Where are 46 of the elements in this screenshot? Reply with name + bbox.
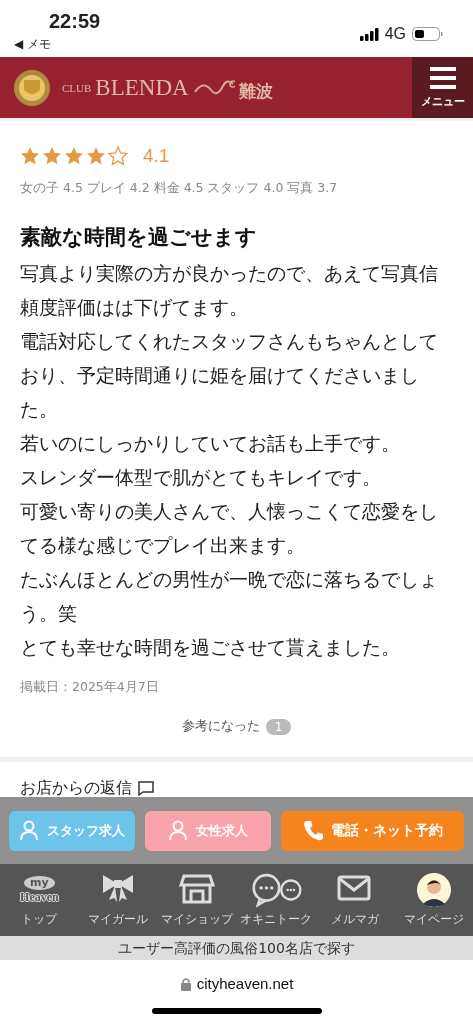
home-indicator[interactable] — [151, 1008, 322, 1014]
helpful-count: 1 — [265, 718, 292, 735]
logo-text: 難波 — [238, 80, 273, 103]
helpful-label: 参考になった — [181, 718, 260, 735]
star-icon — [20, 145, 41, 167]
reply-heading: お店からの返信 — [20, 778, 132, 799]
back-link[interactable]: ◀ メモ — [14, 36, 101, 53]
nav-tab[interactable]: オキニトーク — [236, 872, 315, 928]
nav-tab[interactable]: メルマガ — [315, 872, 394, 928]
ranking-banner[interactable]: ユーザー高評価の風俗100名店で探す — [0, 936, 473, 960]
logo-text: CLUB — [62, 81, 92, 94]
rating-score: 4.1 — [143, 145, 170, 167]
status-time: 22:59 — [49, 10, 101, 33]
empty-star-icon — [108, 145, 129, 167]
review-paragraph: 若いのにしっかりしていてお話も上手です。 — [20, 432, 401, 456]
nav-tab[interactable]: マイページ — [394, 872, 473, 928]
review-paragraph: スレンダー体型で肌がとてもキレイです。 — [20, 466, 382, 490]
sub-ratings: 女の子 4.5 プレイ 4.2 料金 4.5 スタッフ 4.0 写真 3.7 — [20, 180, 339, 197]
signal-icon — [359, 27, 379, 41]
comment-icon — [138, 781, 154, 796]
review-paragraph: 電話対応してくれたスタッフさんもちゃんとしており、予定時間通りに姫を届けてくださいました。 — [20, 330, 439, 422]
review-paragraph: 可愛い寄りの美人さんで、人懐っこくて恋愛をしてる様な感じでプレイ出来ます。 — [20, 500, 439, 558]
star-icon — [86, 145, 107, 167]
review-paragraph: たぶんほとんどの男性が一晩で恋に落ちるでしょう。笑 — [20, 568, 439, 626]
lock-icon — [179, 976, 192, 991]
nav-tab[interactable]: マイガール — [79, 872, 158, 928]
network-label: 4G — [384, 25, 406, 43]
review-paragraph: 写真より実際の方が良かったので、あえて写真信頼度評価はは下げてます。 — [20, 262, 439, 320]
review-title: 素敵な時間を過ごせます — [20, 224, 258, 251]
menu-icon — [429, 66, 456, 89]
person-icon — [168, 819, 188, 842]
nav-tab[interactable]: マイショップ — [158, 872, 237, 928]
posted-date: 掲載日：2025年4月7日 — [20, 679, 160, 696]
my-heaven-badge: my Heaven — [20, 875, 59, 905]
star-icon — [64, 145, 85, 167]
address-bar[interactable]: cityheaven.net — [179, 975, 294, 992]
nav-tab[interactable]: my Heaven トップ — [0, 872, 79, 928]
battery-icon — [412, 27, 443, 41]
phone-icon — [302, 819, 323, 842]
star-icon — [42, 145, 63, 167]
person-icon — [19, 819, 39, 842]
logo-text: BLENDA — [95, 74, 189, 101]
menu-button[interactable]: メニュー — [412, 57, 473, 118]
avatar-icon — [415, 872, 452, 908]
review-paragraph: とても幸せな時間を過ごさせて貰えました。 — [20, 636, 401, 660]
crest-icon — [12, 67, 52, 108]
